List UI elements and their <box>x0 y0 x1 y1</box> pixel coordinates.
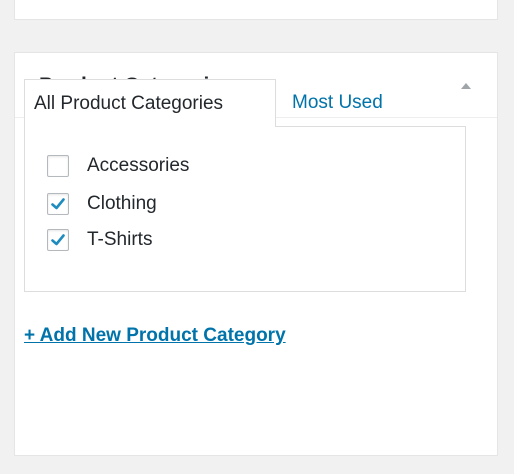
category-checklist-panel: Accessories Clothing T-Shirts <box>24 126 466 292</box>
add-new-category-link[interactable]: + Add New Product Category <box>24 325 286 347</box>
t-shirts-checkbox[interactable] <box>47 229 69 251</box>
toggle-panel-button[interactable] <box>455 75 477 97</box>
triangle-up-icon <box>461 83 471 89</box>
clothing-checkbox[interactable] <box>47 193 69 215</box>
tab-most-used[interactable]: Most Used <box>292 92 383 114</box>
checkmark-icon <box>51 234 65 246</box>
category-label: Accessories <box>87 155 190 176</box>
previous-metabox <box>14 0 498 20</box>
accessories-checkbox[interactable] <box>47 155 69 177</box>
checkmark-icon <box>51 198 65 210</box>
tab-all-product-categories[interactable]: All Product Categories <box>24 79 276 127</box>
tab-label: All Product Categories <box>34 93 224 114</box>
category-label: T-Shirts <box>87 229 153 250</box>
category-label: Clothing <box>87 193 157 214</box>
